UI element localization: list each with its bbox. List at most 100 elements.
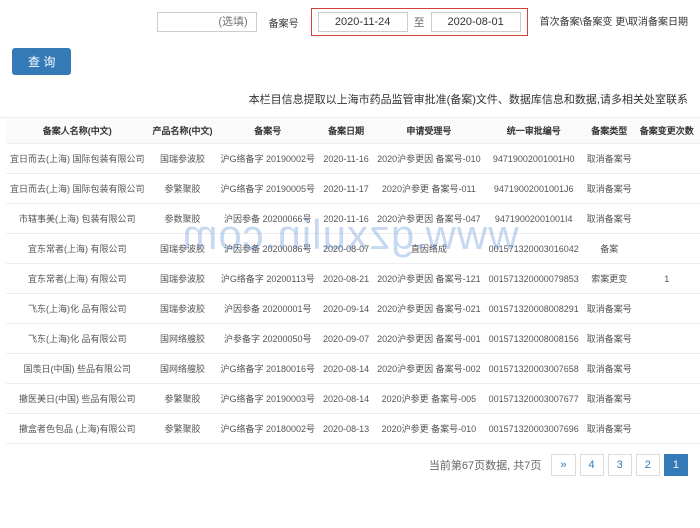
table-cell: 001571320008008156: [485, 324, 583, 354]
col-header: 产品名称(中文): [149, 118, 217, 144]
table-cell: 国瑞参波胶: [149, 264, 217, 294]
pagination: 1 2 3 4 » 当前第67页数据, 共7页: [0, 444, 700, 486]
table-cell: 2020沪参更因 备案号-010: [373, 144, 485, 174]
table-cell: 取消备案号: [583, 414, 636, 444]
table-cell: 国网络艘胶: [149, 324, 217, 354]
table-cell: 宜日而去(上海) 国际包装有限公司: [6, 174, 149, 204]
table-cell: 沪G络备字 20180016号: [217, 354, 320, 384]
table-cell: 取消备案号: [583, 324, 636, 354]
table-cell: 备案: [583, 234, 636, 264]
table-cell: 撤盒者色包品 (上海)有限公司: [6, 414, 149, 444]
table-cell: 001571320003007677: [485, 384, 583, 414]
results-table: 备案人名称(中文) 产品名称(中文) 备案号 备案日期 申请受理号 统一审批编号…: [6, 118, 700, 444]
table-cell: 1: [636, 264, 698, 294]
table-cell: 2020-08-14: [319, 384, 373, 414]
table-cell: 2020-11-16: [319, 204, 373, 234]
table-cell: 2020沪参更因 备案号-121: [373, 264, 485, 294]
table-cell: 直因络成: [373, 234, 485, 264]
table-cell: 国瑞参波胶: [149, 234, 217, 264]
table-cell: 沪因参备 20200066号: [217, 204, 320, 234]
table-cell: 2020-09-14: [319, 294, 373, 324]
table-cell: 2020沪参更因 备案号-047: [373, 204, 485, 234]
table-cell: 沪因参备 20200001号: [217, 294, 320, 324]
table-cell: 取消备案号: [583, 294, 636, 324]
table-cell: 2020-11-16: [319, 144, 373, 174]
table-row: 宜东常者(上海) 有限公司国瑞参波胶沪G络备字 20200113号2020-08…: [6, 264, 700, 294]
table-cell: 001571320008008291: [485, 294, 583, 324]
date-from-input[interactable]: 2020-08-01: [431, 12, 521, 32]
table-cell: 国网络艘胶: [149, 354, 217, 384]
table-cell: 沪参备字 20200050号: [217, 324, 320, 354]
table-cell: 国瑞参波胶: [149, 294, 217, 324]
table-cell: [636, 324, 698, 354]
col-header: 备案类型: [583, 118, 636, 144]
table-cell: 撤医美日(中国) 些品有限公司: [6, 384, 149, 414]
table-cell: 2020-08-21: [319, 264, 373, 294]
col-header: 统一审批编号: [485, 118, 583, 144]
record-code-input[interactable]: [157, 12, 257, 32]
table-cell: 2020沪参更 备案号-010: [373, 414, 485, 444]
col-header: 备案变更次数: [636, 118, 698, 144]
table-row: 宜日而去(上海) 国际包装有限公司参繁聚胶沪G络备字 20190005号2020…: [6, 174, 700, 204]
table-cell: 沪G络备字 20180002号: [217, 414, 320, 444]
table-cell: 索案更变: [583, 264, 636, 294]
table-cell: 参繁聚胶: [149, 414, 217, 444]
table-cell: 国瑞参波胶: [149, 144, 217, 174]
table-cell: [636, 144, 698, 174]
table-cell: 94719002001001J6: [485, 174, 583, 204]
table-cell: 001571320000079853: [485, 264, 583, 294]
col-header: 备案日期: [319, 118, 373, 144]
date-to-input[interactable]: 2020-11-24: [318, 12, 408, 32]
table-cell: 2020-08-07: [319, 234, 373, 264]
table-cell: [636, 174, 698, 204]
table-row: 市辖事美(上海) 包装有限公司参数聚胶沪因参备 20200066号2020-11…: [6, 204, 700, 234]
table-row: 飞东(上海)化 品有限公司国网络艘胶沪参备字 20200050号2020-09-…: [6, 324, 700, 354]
page-2[interactable]: 2: [636, 454, 660, 476]
table-cell: 参数聚胶: [149, 204, 217, 234]
table-cell: 沪因参备 20200086号: [217, 234, 320, 264]
table-cell: 取消备案号: [583, 354, 636, 384]
table-cell: [636, 204, 698, 234]
page-info: 当前第67页数据, 共7页: [429, 457, 541, 473]
table-cell: [636, 384, 698, 414]
table-cell: 沪G络备字 20200113号: [217, 264, 320, 294]
table-cell: 001571320003007696: [485, 414, 583, 444]
search-button[interactable]: 查 询: [12, 48, 71, 75]
table-cell: 沪G络备字 20190005号: [217, 174, 320, 204]
table-row: 撤医美日(中国) 些品有限公司参繁聚胶沪G络备字 20190003号2020-0…: [6, 384, 700, 414]
table-cell: 沪G络备字 20190002号: [217, 144, 320, 174]
table-cell: 取消备案号: [583, 144, 636, 174]
description-text: 本栏目信息提取以上海市药品监管审批准(备案)文件、数据库信息和数据,请多相关处室…: [0, 85, 700, 118]
table-cell: 2020-08-14: [319, 354, 373, 384]
table-cell: [636, 294, 698, 324]
table-row: 撤盒者色包品 (上海)有限公司参繁聚胶沪G络备字 20180002号2020-0…: [6, 414, 700, 444]
table-cell: 飞东(上海)化 品有限公司: [6, 324, 149, 354]
table-cell: 2020沪参更因 备案号-001: [373, 324, 485, 354]
table-cell: 001571320003016042: [485, 234, 583, 264]
table-cell: 取消备案号: [583, 174, 636, 204]
table-cell: 2020-08-13: [319, 414, 373, 444]
table-cell: 国羡日(中国) 些品有限公司: [6, 354, 149, 384]
col-header: 备案人名称(中文): [6, 118, 149, 144]
table-row: 宜东常者(上海) 有限公司国瑞参波胶沪因参备 20200086号2020-08-…: [6, 234, 700, 264]
table-cell: 94719002001001I4: [485, 204, 583, 234]
table-cell: 2020沪参更 备案号-011: [373, 174, 485, 204]
table-cell: 宜日而去(上海) 国际包装有限公司: [6, 144, 149, 174]
page-3[interactable]: 3: [608, 454, 632, 476]
table-row: 国羡日(中国) 些品有限公司国网络艘胶沪G络备字 20180016号2020-0…: [6, 354, 700, 384]
col-header: 备案号: [217, 118, 320, 144]
table-cell: 94719002001001H0: [485, 144, 583, 174]
page-4[interactable]: 4: [580, 454, 604, 476]
table-cell: 取消备案号: [583, 384, 636, 414]
date-range-box: 2020-08-01 至 2020-11-24: [311, 8, 528, 36]
page-1[interactable]: 1: [664, 454, 688, 476]
page-next[interactable]: »: [551, 454, 575, 476]
table-cell: [636, 234, 698, 264]
table-cell: 参繁聚胶: [149, 174, 217, 204]
table-cell: 飞东(上海)化 品有限公司: [6, 294, 149, 324]
table-cell: 2020-11-17: [319, 174, 373, 204]
table-cell: 沪G络备字 20190003号: [217, 384, 320, 414]
table-cell: 市辖事美(上海) 包装有限公司: [6, 204, 149, 234]
table-cell: [636, 354, 698, 384]
table-cell: [636, 414, 698, 444]
